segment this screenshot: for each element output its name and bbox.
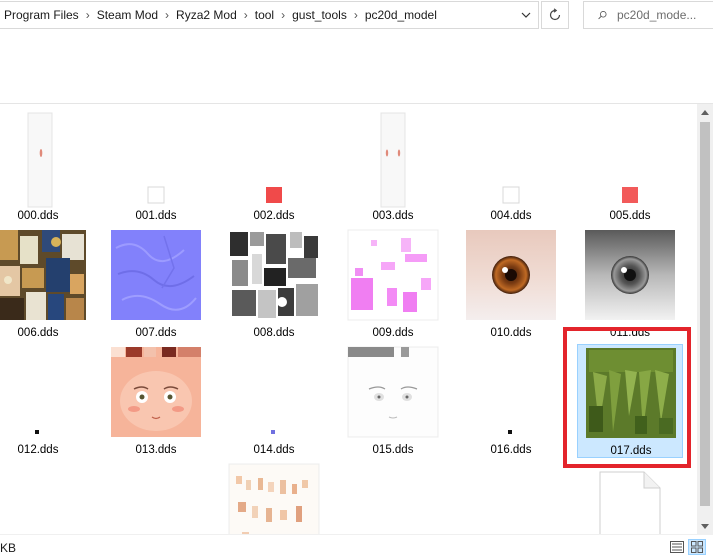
file-name: 003.dds xyxy=(372,210,414,222)
file-name: 002.dds xyxy=(253,210,295,222)
file-thumbnail xyxy=(578,111,682,209)
file-thumbnail xyxy=(0,111,90,209)
address-bar-row: Program Files › Steam Mod › Ryza2 Mod › … xyxy=(0,0,713,30)
breadcrumb-item-pc20d-model[interactable]: pc20d_model xyxy=(363,8,439,22)
file-name: 017.dds xyxy=(610,445,652,457)
file-item-partial[interactable] xyxy=(222,462,326,534)
file-item-014[interactable]: 014.dds xyxy=(222,345,326,457)
file-thumbnail xyxy=(578,228,682,326)
file-name: 015.dds xyxy=(372,444,414,456)
file-item-002[interactable]: 002.dds xyxy=(222,111,326,223)
file-name: 010.dds xyxy=(490,327,532,339)
vertical-scrollbar[interactable] xyxy=(697,104,713,534)
breadcrumb-item-steam-mod[interactable]: Steam Mod xyxy=(95,8,160,22)
file-name: 007.dds xyxy=(135,327,177,339)
file-thumbnail xyxy=(104,111,208,209)
file-item-012[interactable]: 012.dds xyxy=(0,345,90,457)
file-thumbnail xyxy=(341,345,445,443)
status-text: KB xyxy=(0,541,17,555)
chevron-down-icon xyxy=(701,523,709,529)
breadcrumb: Program Files › Steam Mod › Ryza2 Mod › … xyxy=(0,2,512,28)
file-name: 014.dds xyxy=(253,444,295,456)
file-thumbnail xyxy=(459,345,563,443)
status-bar: KB xyxy=(0,534,713,560)
file-item-partial-generic[interactable] xyxy=(578,462,682,534)
file-name: 004.dds xyxy=(490,210,532,222)
file-item-017[interactable]: 017.dds xyxy=(577,344,683,458)
file-thumbnail xyxy=(104,228,208,326)
details-view-button[interactable] xyxy=(668,539,686,555)
file-name: 016.dds xyxy=(490,444,532,456)
file-item-016[interactable]: 016.dds xyxy=(459,345,563,457)
file-name: 000.dds xyxy=(17,210,59,222)
breadcrumb-chevron-icon[interactable]: › xyxy=(349,8,363,22)
ribbon-spacer xyxy=(0,30,713,104)
breadcrumb-chevron-icon[interactable]: › xyxy=(160,8,174,22)
file-thumbnail xyxy=(222,345,326,443)
file-view[interactable]: 000.dds 001.dds 002.dds 003.dds 004.dds xyxy=(0,104,697,534)
address-history-dropdown[interactable] xyxy=(512,2,538,28)
file-thumbnail xyxy=(341,228,445,326)
scroll-up-button[interactable] xyxy=(697,104,713,120)
file-name: 013.dds xyxy=(135,444,177,456)
file-item-001[interactable]: 001.dds xyxy=(104,111,208,223)
file-item-011[interactable]: 011.dds xyxy=(578,228,682,340)
file-item-013[interactable]: 013.dds xyxy=(104,345,208,457)
search-input[interactable] xyxy=(617,8,713,22)
file-thumbnail xyxy=(579,346,683,444)
chevron-down-icon xyxy=(521,12,530,18)
breadcrumb-item-tool[interactable]: tool xyxy=(253,8,276,22)
scrollbar-thumb[interactable] xyxy=(700,122,710,506)
file-thumbnail xyxy=(578,462,682,534)
file-thumbnail xyxy=(459,111,563,209)
breadcrumb-chevron-icon[interactable]: › xyxy=(239,8,253,22)
file-thumbnail xyxy=(0,228,90,326)
file-item-007[interactable]: 007.dds xyxy=(104,228,208,340)
chevron-up-icon xyxy=(701,109,709,115)
file-name: 008.dds xyxy=(253,327,295,339)
details-view-icon xyxy=(670,541,684,553)
file-item-009[interactable]: 009.dds xyxy=(341,228,445,340)
search-box[interactable] xyxy=(583,1,713,29)
refresh-button[interactable] xyxy=(541,1,569,29)
file-thumbnail xyxy=(0,345,90,443)
file-name: 001.dds xyxy=(135,210,177,222)
large-icons-view-icon xyxy=(691,541,703,553)
file-item-000[interactable]: 000.dds xyxy=(0,111,90,223)
breadcrumb-item-ryza2-mod[interactable]: Ryza2 Mod xyxy=(174,8,239,22)
breadcrumb-chevron-icon[interactable]: › xyxy=(276,8,290,22)
large-icons-view-button[interactable] xyxy=(688,539,706,555)
file-item-006[interactable]: 006.dds xyxy=(0,228,90,340)
refresh-icon xyxy=(549,8,561,21)
file-thumbnail xyxy=(222,228,326,326)
file-item-005[interactable]: 005.dds xyxy=(578,111,682,223)
file-thumbnail xyxy=(459,228,563,326)
breadcrumb-chevron-icon[interactable]: › xyxy=(81,8,95,22)
file-name: 006.dds xyxy=(17,327,59,339)
file-name: 011.dds xyxy=(609,327,651,339)
file-item-003[interactable]: 003.dds xyxy=(341,111,445,223)
address-bar[interactable]: Program Files › Steam Mod › Ryza2 Mod › … xyxy=(0,1,539,29)
breadcrumb-item-gust-tools[interactable]: gust_tools xyxy=(290,8,349,22)
file-thumbnail xyxy=(222,462,326,534)
file-name: 009.dds xyxy=(372,327,414,339)
search-icon xyxy=(598,10,607,20)
file-item-010[interactable]: 010.dds xyxy=(459,228,563,340)
file-thumbnail xyxy=(104,345,208,443)
file-name: 005.dds xyxy=(609,210,651,222)
file-item-004[interactable]: 004.dds xyxy=(459,111,563,223)
file-name: 012.dds xyxy=(17,444,59,456)
file-item-015[interactable]: 015.dds xyxy=(341,345,445,457)
file-thumbnail xyxy=(341,111,445,209)
scroll-down-button[interactable] xyxy=(697,518,713,534)
file-thumbnail xyxy=(222,111,326,209)
breadcrumb-item-program-files[interactable]: Program Files xyxy=(2,8,81,22)
file-item-008[interactable]: 008.dds xyxy=(222,228,326,340)
